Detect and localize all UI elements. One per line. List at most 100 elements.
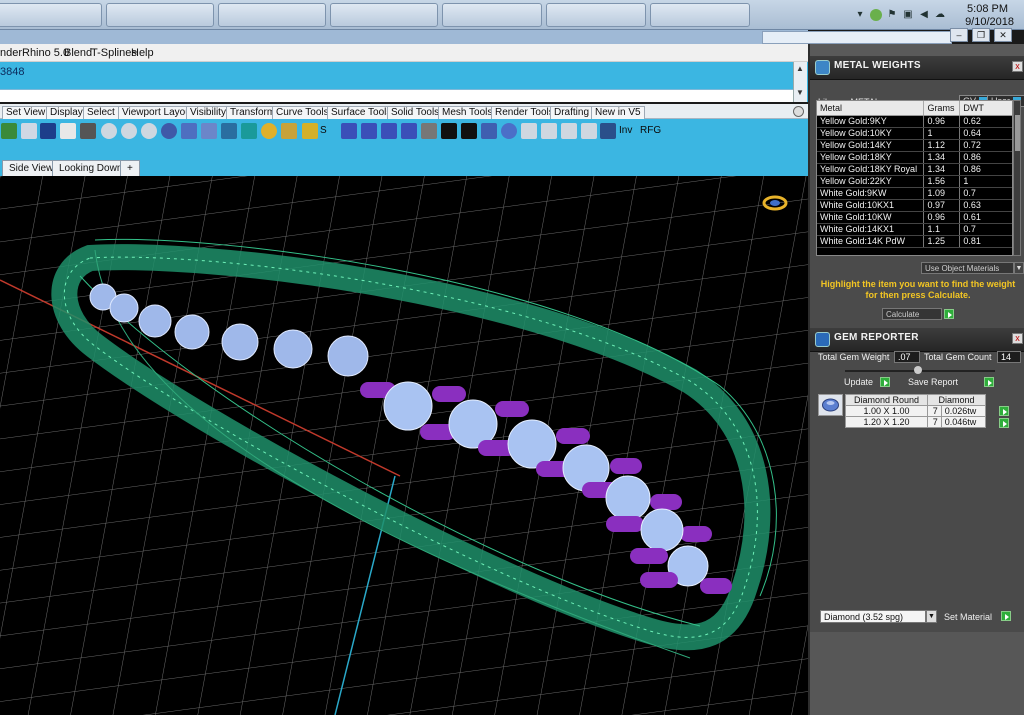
- minimize-button[interactable]: –: [950, 28, 968, 42]
- use-object-materials-select[interactable]: Use Object Materials: [921, 262, 1014, 274]
- close-button[interactable]: ✕: [994, 28, 1012, 42]
- book-icon[interactable]: [481, 123, 497, 139]
- monitor-icon[interactable]: [40, 123, 56, 139]
- tab-set-view[interactable]: Set View: [2, 106, 50, 119]
- taskbar-button[interactable]: [546, 3, 646, 27]
- tab-select[interactable]: Select: [83, 106, 119, 119]
- table-row[interactable]: Yellow Gold:18KY 1.34 0.86: [817, 151, 1012, 164]
- maximize-button[interactable]: ❐: [972, 28, 990, 42]
- move-down-icon[interactable]: [361, 123, 377, 139]
- tab-curve-tools[interactable]: Curve Tools: [272, 106, 333, 119]
- label-rfg[interactable]: RFG: [640, 125, 661, 136]
- save-report-label[interactable]: Save Report: [908, 377, 958, 387]
- table-row[interactable]: White Gold:14K PdW 1.25 0.81: [817, 235, 1012, 248]
- scroll-thumb[interactable]: [1015, 115, 1020, 151]
- command-scrollbar[interactable]: ▲ ▼: [793, 62, 807, 102]
- taskbar-button[interactable]: [330, 3, 438, 27]
- gem-row-1-button[interactable]: [999, 406, 1009, 416]
- viewport-canvas[interactable]: [0, 176, 808, 715]
- column-header-dwt[interactable]: DWT: [959, 101, 1012, 116]
- slash-icon[interactable]: [421, 123, 437, 139]
- close-icon[interactable]: x: [1012, 61, 1023, 72]
- table-row[interactable]: White Gold:10KW 0.96 0.61: [817, 211, 1012, 224]
- f4-icon[interactable]: [441, 123, 457, 139]
- taskbar-button[interactable]: [650, 3, 750, 27]
- command-prompt-input[interactable]: [0, 89, 793, 102]
- table-row[interactable]: Yellow Gold:18KY Royal 1.34 0.86: [817, 163, 1012, 176]
- molecule-icon[interactable]: [181, 123, 197, 139]
- table-row[interactable]: Yellow Gold:22KY 1.56 1: [817, 175, 1012, 188]
- flag-icon[interactable]: ⚑: [886, 9, 898, 21]
- menu-item-blend[interactable]: Blend: [64, 47, 92, 59]
- house-icon[interactable]: [600, 123, 616, 139]
- set-material-button[interactable]: [1001, 611, 1011, 621]
- map-icon[interactable]: [1, 123, 17, 139]
- save-icon[interactable]: [221, 123, 237, 139]
- gem-material-select[interactable]: Diamond (3.52 spg): [820, 610, 926, 623]
- tab-solid-tools[interactable]: Solid Tools: [387, 106, 444, 119]
- scroll-up-icon[interactable]: ▲: [796, 64, 804, 73]
- calculate-button[interactable]: [944, 309, 954, 319]
- chevron-up-icon[interactable]: ▾: [854, 9, 866, 21]
- menu-item-render[interactable]: nder: [0, 47, 22, 59]
- sphere-grid-icon[interactable]: [141, 123, 157, 139]
- taskbar-button[interactable]: [106, 3, 214, 27]
- background-window-tab[interactable]: [762, 31, 952, 44]
- gem-row-2-button[interactable]: [999, 418, 1009, 428]
- network-icon[interactable]: ▣: [902, 9, 914, 21]
- points-icon[interactable]: [201, 123, 217, 139]
- report-slider-knob[interactable]: [914, 366, 922, 374]
- table-row[interactable]: Yellow Gold:9KY 0.96 0.62: [817, 115, 1012, 128]
- gear-gold-icon[interactable]: [261, 123, 277, 139]
- label-inv[interactable]: Inv: [619, 125, 632, 136]
- update-label[interactable]: Update: [844, 377, 873, 387]
- grid-tool-icon[interactable]: [281, 123, 297, 139]
- save-report-button[interactable]: [984, 377, 994, 387]
- taskbar-button[interactable]: [0, 3, 102, 27]
- taskbar-button[interactable]: [442, 3, 542, 27]
- move-right-icon[interactable]: [401, 123, 417, 139]
- tab-new-in-v5[interactable]: New in V5: [591, 106, 645, 119]
- text-tool-icon[interactable]: [302, 123, 318, 139]
- tab-drafting[interactable]: Drafting: [550, 106, 594, 119]
- set-material-label[interactable]: Set Material: [944, 612, 992, 622]
- move-left-icon[interactable]: [381, 123, 397, 139]
- bulb-icon[interactable]: [581, 123, 597, 139]
- taskbar-button[interactable]: [218, 3, 326, 27]
- calculate-field[interactable]: Calculate: [882, 308, 942, 320]
- table-row[interactable]: White Gold:9KW 1.09 0.7: [817, 187, 1012, 200]
- cube-icon[interactable]: [241, 123, 257, 139]
- tab-mesh-tools[interactable]: Mesh Tools: [438, 106, 497, 119]
- security-icon[interactable]: [870, 9, 882, 21]
- menu-item-rhino[interactable]: Rhino 5.0: [22, 47, 69, 59]
- ring-icon[interactable]: [501, 123, 517, 139]
- x-icon[interactable]: [461, 123, 477, 139]
- cloud-icon[interactable]: ☁: [934, 9, 946, 21]
- scroll-down-icon[interactable]: ▼: [796, 88, 804, 97]
- table-row[interactable]: White Gold:10KX1 0.97 0.63: [817, 199, 1012, 212]
- paint-icon[interactable]: [161, 123, 177, 139]
- tab-looking-down[interactable]: Looking Down: [52, 160, 130, 176]
- tab-surface-tools[interactable]: Surface Tools: [327, 106, 396, 119]
- sphere-section-icon[interactable]: [121, 123, 137, 139]
- menu-item-help[interactable]: Help: [131, 47, 154, 59]
- metal-table-scrollbar[interactable]: [1013, 100, 1021, 256]
- gear-icon[interactable]: [793, 106, 804, 117]
- table-row[interactable]: 1.20 X 1.20 7 0.046tw: [845, 416, 987, 428]
- column-header-grams[interactable]: Grams: [923, 101, 961, 116]
- table-row[interactable]: White Gold:14KX1 1.1 0.7: [817, 223, 1012, 236]
- cursor-icon[interactable]: [21, 123, 37, 139]
- clock-date[interactable]: 9/10/2018: [965, 16, 1014, 28]
- close-icon[interactable]: x: [1012, 333, 1023, 344]
- lock-icon[interactable]: [521, 123, 537, 139]
- tab-display[interactable]: Display: [46, 106, 87, 119]
- table-row[interactable]: Yellow Gold:14KY 1.12 0.72: [817, 139, 1012, 152]
- move-up-icon[interactable]: [341, 123, 357, 139]
- viewport-3d[interactable]: [0, 176, 808, 715]
- sun-icon[interactable]: [60, 123, 76, 139]
- tab-visibility[interactable]: Visibility: [186, 106, 230, 119]
- sphere-wire-icon[interactable]: [101, 123, 117, 139]
- add-viewport-tab[interactable]: +: [120, 160, 140, 176]
- chevron-down-icon[interactable]: ▼: [926, 610, 937, 623]
- column-header-metal[interactable]: Metal: [817, 101, 925, 116]
